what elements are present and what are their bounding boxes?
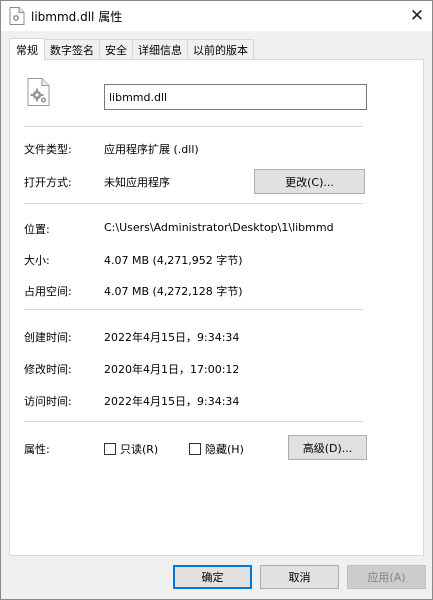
apply-button[interactable]: 应用(A) <box>347 565 426 589</box>
tab-digital-signatures[interactable]: 数字签名 <box>45 39 100 60</box>
hidden-label: 隐藏(H) <box>205 443 244 456</box>
divider <box>24 309 363 310</box>
cancel-button[interactable]: 取消 <box>260 565 339 589</box>
modified-label: 修改时间: <box>24 363 72 376</box>
tab-previous-versions[interactable]: 以前的版本 <box>188 39 254 60</box>
file-type-label: 文件类型: <box>24 143 72 156</box>
readonly-checkbox-box[interactable] <box>104 443 116 455</box>
modified-value: 2020年4月1日，17:00:12 <box>104 363 240 376</box>
divider <box>24 126 363 127</box>
advanced-button[interactable]: 高级(D)... <box>288 435 367 460</box>
accessed-label: 访问时间: <box>24 395 72 408</box>
properties-dialog: libmmd.dll 属性 ✕ 常规 数字签名 安全 详细信息 以前的版本 li… <box>0 0 433 600</box>
readonly-checkbox[interactable]: 只读(R) <box>104 441 158 457</box>
size-on-disk-value: 4.07 MB (4,272,128 字节) <box>104 285 243 298</box>
tab-general[interactable]: 常规 <box>9 38 45 61</box>
size-value: 4.07 MB (4,271,952 字节) <box>104 254 243 267</box>
hidden-checkbox-box[interactable] <box>189 443 201 455</box>
change-button[interactable]: 更改(C)... <box>254 169 365 194</box>
ok-button[interactable]: 确定 <box>173 565 252 589</box>
opens-with-label: 打开方式: <box>24 176 72 189</box>
attributes-label: 属性: <box>24 443 50 456</box>
tab-security[interactable]: 安全 <box>100 39 133 60</box>
file-gear-icon <box>9 7 25 25</box>
dll-gear-icon <box>26 78 50 106</box>
divider <box>24 421 363 422</box>
location-value: C:\Users\Administrator\Desktop\1\libmmd <box>104 221 334 234</box>
title-bar[interactable]: libmmd.dll 属性 ✕ <box>1 1 432 31</box>
size-on-disk-label: 占用空间: <box>24 285 72 298</box>
hidden-checkbox[interactable]: 隐藏(H) <box>189 441 244 457</box>
divider <box>24 203 363 204</box>
file-type-value: 应用程序扩展 (.dll) <box>104 143 199 156</box>
tab-strip: 常规 数字签名 安全 详细信息 以前的版本 <box>9 38 254 61</box>
location-label: 位置: <box>24 223 50 236</box>
size-label: 大小: <box>24 254 50 267</box>
file-name-input[interactable] <box>104 84 367 110</box>
created-value: 2022年4月15日，9:34:34 <box>104 331 240 344</box>
created-label: 创建时间: <box>24 331 72 344</box>
close-button[interactable]: ✕ <box>402 1 432 31</box>
accessed-value: 2022年4月15日，9:34:34 <box>104 395 240 408</box>
general-panel: 文件类型: 应用程序扩展 (.dll) 打开方式: 未知应用程序 更改(C)..… <box>9 59 424 556</box>
opens-with-value: 未知应用程序 <box>104 176 170 189</box>
window-title: libmmd.dll 属性 <box>31 10 123 24</box>
readonly-label: 只读(R) <box>120 443 159 456</box>
tab-details[interactable]: 详细信息 <box>133 39 188 60</box>
